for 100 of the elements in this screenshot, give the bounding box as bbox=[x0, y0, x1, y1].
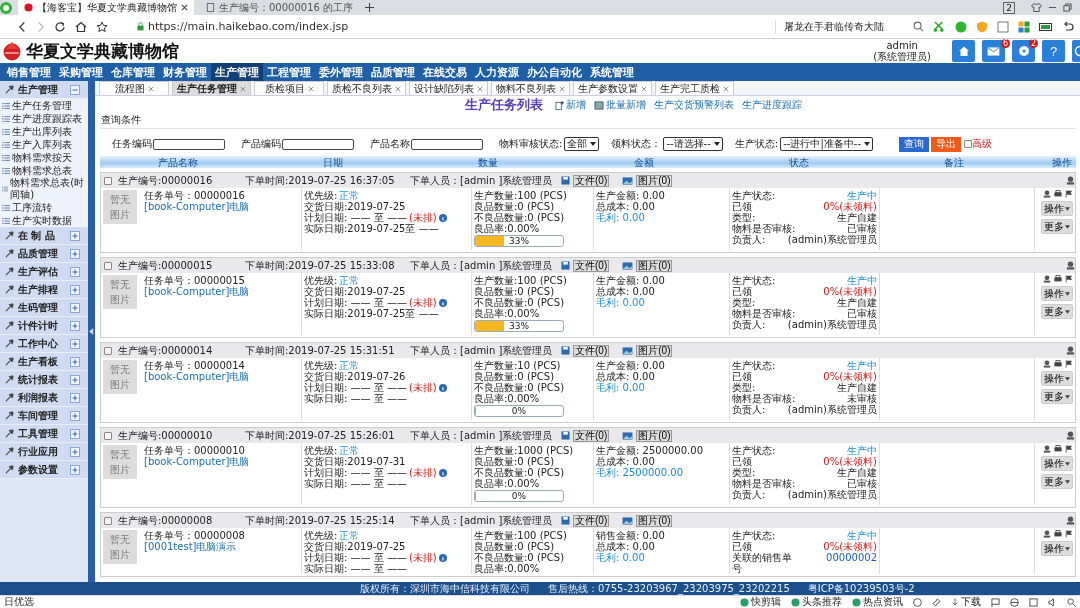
page-tab[interactable]: 设计缺陷列表 bbox=[409, 81, 488, 95]
globe-icon[interactable] bbox=[913, 597, 922, 607]
frame-icon[interactable] bbox=[997, 20, 1009, 33]
flag-icon[interactable] bbox=[1065, 530, 1073, 538]
nav-menu-item[interactable]: 系统管理 bbox=[586, 63, 638, 81]
battery-icon[interactable] bbox=[1039, 22, 1053, 31]
search-icon[interactable] bbox=[913, 21, 924, 32]
nav-menu-item[interactable]: 仓库管理 bbox=[107, 63, 159, 81]
nav-menu-item[interactable]: 财务管理 bbox=[159, 63, 211, 81]
scissors-icon[interactable] bbox=[933, 21, 946, 32]
stamp-icon[interactable] bbox=[1066, 176, 1075, 185]
action-dropdown-button[interactable]: 更多 bbox=[1041, 219, 1073, 234]
info-icon[interactable] bbox=[438, 298, 447, 307]
status-text[interactable]: 日优选 bbox=[4, 595, 34, 608]
sidebar-group-header[interactable]: 生产评估 bbox=[0, 263, 88, 281]
card-checkbox[interactable] bbox=[104, 261, 112, 270]
nav-menu-item[interactable]: 销售管理 bbox=[3, 63, 55, 81]
nav-menu-item[interactable]: 委外管理 bbox=[315, 63, 367, 81]
window-count-badge[interactable]: 2 bbox=[1003, 1, 1015, 14]
product-link[interactable]: [book-Computer]电脑 bbox=[144, 286, 299, 297]
sidebar-item[interactable]: 物料需求按天 bbox=[0, 151, 88, 164]
back-icon[interactable] bbox=[18, 20, 27, 33]
expand-icon[interactable] bbox=[70, 410, 80, 421]
home-icon[interactable] bbox=[75, 20, 87, 33]
expand-icon[interactable] bbox=[70, 266, 80, 277]
sidebar-item[interactable]: 物料需求总表 bbox=[0, 164, 88, 177]
sidebar-item[interactable]: 生产入库列表 bbox=[0, 138, 88, 151]
star-icon[interactable] bbox=[96, 20, 108, 33]
production-status-select[interactable]: --进行中|准备中-- bbox=[780, 137, 873, 151]
sidebar-group-header[interactable]: 生产看板 bbox=[0, 353, 88, 371]
image-button[interactable]: 图片(0) bbox=[636, 344, 673, 357]
info-icon[interactable] bbox=[438, 213, 447, 222]
help-button[interactable]: ? bbox=[1042, 40, 1065, 62]
task-code-field[interactable] bbox=[153, 138, 225, 150]
extension-icon[interactable] bbox=[955, 20, 967, 33]
sidebar-group-header[interactable]: 在 制 品 bbox=[0, 227, 88, 245]
sidebar-group-header[interactable]: 利润报表 bbox=[0, 389, 88, 407]
image-button[interactable]: 图片(0) bbox=[636, 259, 673, 272]
product-link[interactable]: [book-Computer]电脑 bbox=[144, 371, 299, 382]
chat-button[interactable] bbox=[1012, 40, 1035, 62]
expand-icon[interactable] bbox=[70, 248, 80, 259]
status-bar-item[interactable]: 快剪辑 bbox=[740, 595, 781, 608]
speaker-icon[interactable] bbox=[1048, 597, 1057, 607]
sidebar-item[interactable]: 生产任务管理 bbox=[0, 99, 88, 112]
file-button[interactable]: 文件(0) bbox=[573, 344, 610, 357]
close-icon[interactable] bbox=[181, 4, 188, 11]
browser-icon[interactable] bbox=[1010, 597, 1019, 607]
file-button[interactable]: 文件(0) bbox=[573, 429, 610, 442]
flag-icon[interactable] bbox=[1065, 190, 1073, 198]
card-checkbox[interactable] bbox=[104, 176, 112, 185]
image-button[interactable]: 图片(0) bbox=[636, 174, 673, 187]
restore-icon[interactable] bbox=[1063, 3, 1072, 12]
sidebar-group-header[interactable]: 生产管理 bbox=[0, 81, 88, 99]
browser-tab[interactable]: 生产编号：00000016 的工序 bbox=[200, 0, 360, 15]
sidebar-group-header[interactable]: 工具管理 bbox=[0, 425, 88, 443]
print-icon[interactable] bbox=[1054, 360, 1062, 368]
status-bar-item[interactable]: 头条推荐 bbox=[791, 595, 842, 608]
expand-icon[interactable] bbox=[70, 446, 80, 457]
image-button[interactable]: 图片(0) bbox=[636, 429, 673, 442]
page-tab[interactable]: 质检项目 bbox=[254, 81, 324, 95]
action-dropdown-button[interactable]: 操作 bbox=[1041, 541, 1073, 556]
flag-icon[interactable] bbox=[1065, 360, 1073, 368]
expand-icon[interactable] bbox=[70, 356, 80, 367]
flag-icon[interactable] bbox=[1065, 445, 1073, 453]
sidebar-item[interactable]: 工序流转 bbox=[0, 201, 88, 214]
advanced-checkbox[interactable] bbox=[964, 140, 972, 148]
card-checkbox[interactable] bbox=[104, 516, 112, 525]
sidebar-group-header[interactable]: 行业应用 bbox=[0, 443, 88, 461]
collapse-handle[interactable] bbox=[88, 81, 95, 582]
info-icon[interactable] bbox=[438, 468, 447, 477]
action-dropdown-button[interactable]: 更多 bbox=[1041, 474, 1073, 489]
toolbar-link[interactable]: 生产交货预警列表 bbox=[654, 98, 734, 112]
info-icon[interactable] bbox=[438, 383, 447, 392]
product-code-field[interactable] bbox=[282, 138, 354, 150]
product-name-field[interactable] bbox=[411, 138, 483, 150]
expand-icon[interactable] bbox=[70, 284, 80, 295]
stamp-icon[interactable] bbox=[1043, 275, 1051, 283]
stamp-icon[interactable] bbox=[1043, 530, 1051, 538]
action-dropdown-button[interactable]: 操作 bbox=[1041, 371, 1073, 386]
shirt-icon[interactable] bbox=[1031, 3, 1042, 12]
print-icon[interactable] bbox=[1054, 530, 1062, 538]
sidebar-group-header[interactable]: 车间管理 bbox=[0, 407, 88, 425]
material-review-select[interactable]: 全部 bbox=[564, 137, 600, 151]
print-icon[interactable] bbox=[1054, 445, 1062, 453]
power-button[interactable] bbox=[1072, 40, 1080, 62]
action-dropdown-button[interactable]: 操作 bbox=[1041, 286, 1073, 301]
stamp-icon[interactable] bbox=[1066, 516, 1075, 525]
page-tab[interactable]: 生产参数设置 bbox=[573, 81, 652, 95]
print-icon[interactable] bbox=[1054, 190, 1062, 198]
stamp-icon[interactable] bbox=[1066, 431, 1075, 440]
nav-menu-item[interactable]: 采购管理 bbox=[55, 63, 107, 81]
image-button[interactable]: 图片(0) bbox=[636, 514, 673, 527]
page-tab[interactable]: 物料不良列表 bbox=[491, 81, 570, 95]
sidebar-item[interactable]: 生产实时数据 bbox=[0, 214, 88, 227]
product-link[interactable]: [book-Computer]电脑 bbox=[144, 456, 299, 467]
mail-button[interactable] bbox=[982, 40, 1005, 62]
page-tab[interactable]: 生产完工质检 bbox=[655, 81, 734, 95]
expand-icon[interactable] bbox=[70, 302, 80, 313]
toolbar-link[interactable]: 生产进度跟踪 bbox=[742, 98, 802, 112]
search-icon[interactable] bbox=[1067, 597, 1076, 607]
